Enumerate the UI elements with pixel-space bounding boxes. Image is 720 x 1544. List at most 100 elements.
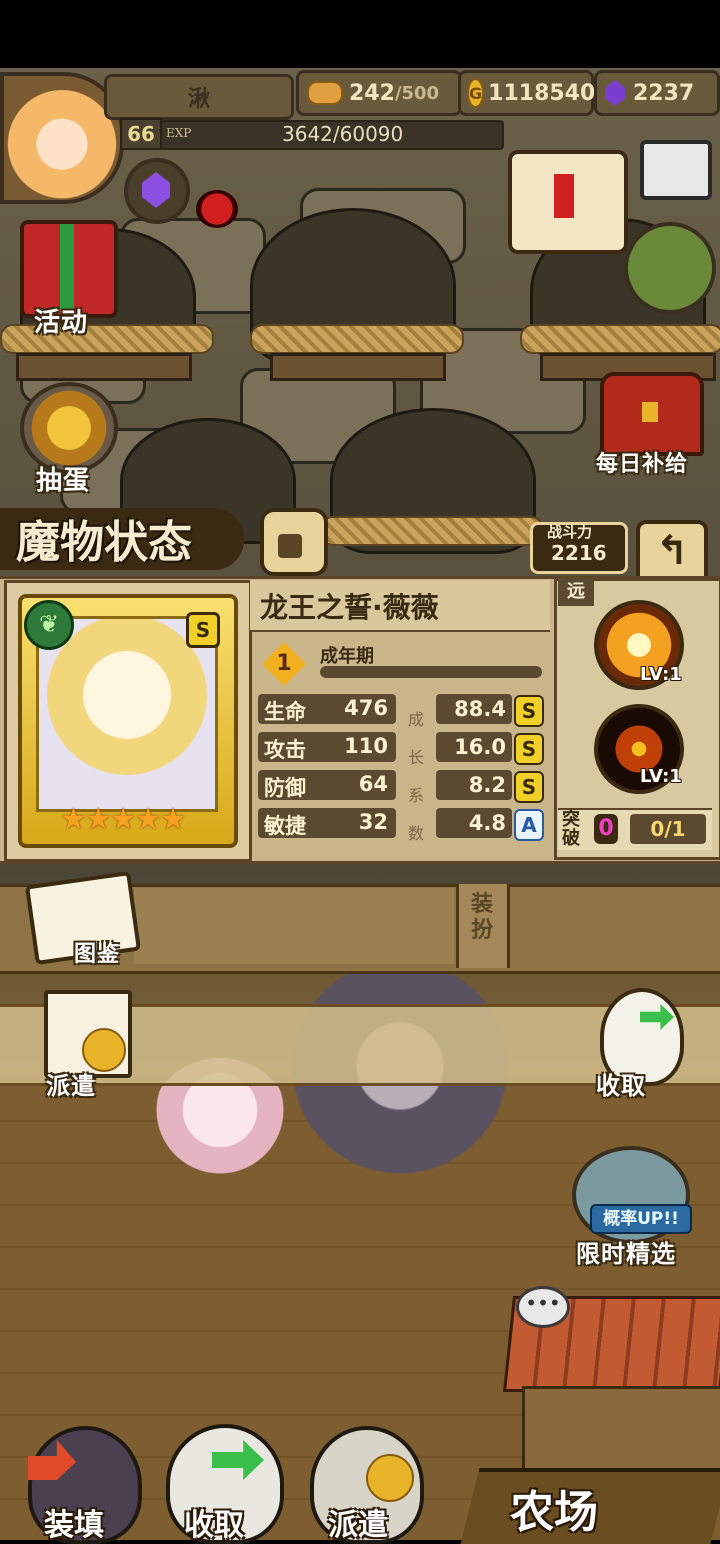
green-arrow-icon bbox=[640, 1004, 674, 1030]
rarity-badge: S bbox=[186, 612, 220, 648]
stamina-counter[interactable]: 242/500 bbox=[296, 70, 462, 116]
gem-counter[interactable]: 2237 bbox=[594, 70, 720, 116]
growth-caption-char: 成 bbox=[408, 710, 425, 729]
growth-value: 88.4 bbox=[436, 694, 512, 724]
stat-row-atk: 攻击 110 16.0 S bbox=[258, 732, 544, 765]
stat-value: 110 bbox=[344, 734, 388, 758]
skill-level: LV:1 bbox=[640, 664, 682, 685]
stat-box: 攻击 110 bbox=[258, 732, 396, 762]
grade-badge: S bbox=[514, 733, 544, 765]
stat-value: 32 bbox=[358, 810, 388, 834]
equip-slot-area[interactable] bbox=[134, 888, 454, 964]
nest-hay bbox=[250, 324, 464, 354]
stage-progress-bar bbox=[320, 666, 542, 678]
stat-box: 敏捷 32 bbox=[258, 808, 396, 838]
breakthrough-row[interactable]: 突破 0 0/1 bbox=[558, 808, 712, 850]
ladybug-icon[interactable] bbox=[196, 190, 238, 228]
collect-label[interactable]: 收取 bbox=[596, 1066, 646, 1101]
bread-icon bbox=[307, 81, 343, 105]
stat-box: 防御 64 bbox=[258, 770, 396, 800]
quest-scroll-icon[interactable] bbox=[508, 150, 628, 254]
stat-row-agi: 敏捷 32 4.8 A bbox=[258, 808, 544, 841]
player-name-box: 湫 bbox=[104, 74, 294, 120]
nav-dispatch-label: 派遣 bbox=[328, 1508, 388, 1543]
stamina-value: 242 bbox=[349, 80, 395, 106]
name-banner: 龙王之誓·薇薇 bbox=[250, 580, 550, 632]
stage-badge: 1 bbox=[276, 651, 292, 676]
gacha-label[interactable]: 抽蛋 bbox=[36, 460, 90, 497]
limited-pick-label[interactable]: 限时精选 bbox=[576, 1234, 676, 1269]
dispatch-contract-icon[interactable] bbox=[44, 990, 132, 1078]
equip-label: 装扮 bbox=[471, 892, 494, 943]
breakthrough-progress: 0/1 bbox=[630, 814, 706, 844]
add-gem-button[interactable] bbox=[124, 158, 190, 224]
equip-tab[interactable]: 装扮 bbox=[456, 884, 510, 968]
mail-icon[interactable] bbox=[640, 140, 712, 200]
nest-hay bbox=[320, 516, 544, 546]
nav-load[interactable]: 装填 bbox=[22, 1420, 142, 1544]
stat-row-def: 防御 64 8.2 S bbox=[258, 770, 544, 803]
growth-caption-char: 长 bbox=[408, 748, 425, 767]
power-label: 战斗力 bbox=[547, 523, 593, 541]
stamina-max: /500 bbox=[394, 82, 440, 104]
nav-collect-label: 收取 bbox=[184, 1508, 244, 1543]
purple-gem-icon bbox=[605, 80, 625, 106]
coin-stack bbox=[366, 1454, 414, 1502]
backpack-icon[interactable] bbox=[624, 222, 716, 314]
lock-toggle-button[interactable] bbox=[260, 508, 328, 576]
nest-hay bbox=[520, 324, 720, 354]
stage-label: 成年期 bbox=[320, 646, 374, 667]
activity-label[interactable]: 活动 bbox=[34, 302, 88, 339]
stat-value: 476 bbox=[344, 696, 388, 720]
player-level: 66 bbox=[120, 118, 162, 150]
chat-bubble-icon[interactable]: ••• bbox=[516, 1286, 570, 1328]
nav-dispatch[interactable]: 派遣 bbox=[304, 1420, 424, 1544]
nest-shelf bbox=[16, 353, 192, 381]
growth-value: 16.0 bbox=[436, 732, 512, 762]
nav-load-label: 装填 bbox=[44, 1508, 104, 1543]
leaf-element-icon: ❦ bbox=[24, 600, 74, 650]
daily-supply-label[interactable]: 每日补给 bbox=[596, 446, 688, 478]
gold-counter[interactable]: G 1118540 bbox=[458, 70, 596, 116]
growth-value: 4.8 bbox=[436, 808, 512, 838]
system-status-bar bbox=[0, 0, 720, 68]
power-value: 2216 bbox=[551, 541, 607, 565]
player-name: 湫 bbox=[187, 87, 210, 112]
gem-plus-icon bbox=[142, 172, 170, 208]
chest-lock bbox=[642, 402, 658, 422]
nest-shelf bbox=[270, 353, 446, 381]
codex-label[interactable]: 图鉴 bbox=[74, 936, 120, 968]
exclamation-mark bbox=[554, 174, 574, 218]
nav-collect[interactable]: 收取 bbox=[160, 1420, 284, 1544]
growth-caption-char: 数 bbox=[408, 824, 425, 843]
stat-name: 生命 bbox=[264, 700, 306, 724]
grade-badge: A bbox=[514, 809, 544, 841]
growth-caption-char: 系 bbox=[408, 786, 425, 805]
grade-badge: S bbox=[514, 695, 544, 727]
status-title: 魔物状态 bbox=[16, 517, 192, 568]
dispatch-label[interactable]: 派遣 bbox=[46, 1066, 96, 1101]
power-box: 战斗力 2216 bbox=[530, 522, 628, 574]
exp-bar: EXP 3642/60090 bbox=[160, 120, 504, 150]
stat-name: 攻击 bbox=[264, 738, 306, 762]
gold-value: 1118540 bbox=[488, 80, 596, 106]
stat-value: 64 bbox=[358, 772, 388, 796]
grade-badge: S bbox=[514, 771, 544, 803]
padlock-icon bbox=[278, 534, 302, 558]
nest-hay bbox=[0, 324, 214, 354]
nav-farm-label[interactable]: 农场 bbox=[510, 1476, 598, 1540]
range-tag: 远 bbox=[558, 578, 594, 606]
ribbon bbox=[60, 224, 74, 310]
skill-level: LV:1 bbox=[640, 766, 682, 787]
stat-row-hp: 生命 476 88.4 S bbox=[258, 694, 544, 727]
monster-name: 龙王之誓·薇薇 bbox=[260, 591, 439, 624]
treasure-chest-icon[interactable] bbox=[600, 372, 704, 456]
breakthrough-label: 突破 bbox=[562, 809, 580, 849]
gold-coin-icon: G bbox=[467, 78, 485, 108]
growth-value: 8.2 bbox=[436, 770, 512, 800]
gem-value: 2237 bbox=[633, 80, 695, 106]
breakthrough-count: 0 bbox=[594, 814, 618, 844]
rate-up-badge: 概率UP!! bbox=[590, 1204, 692, 1234]
exp-label: EXP bbox=[166, 126, 192, 140]
star-rating: ★★★★★ bbox=[60, 802, 186, 837]
